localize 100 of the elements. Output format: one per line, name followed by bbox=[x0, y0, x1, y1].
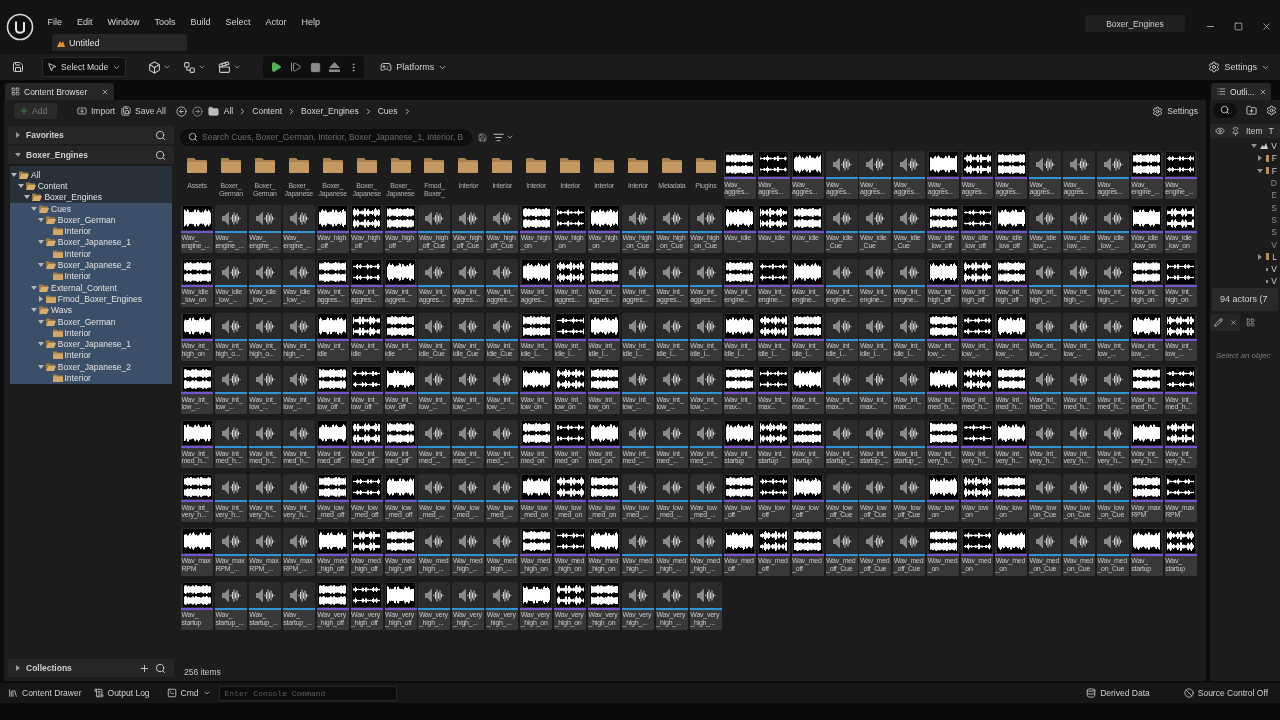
details-tab[interactable] bbox=[1210, 313, 1240, 331]
outliner-row[interactable]: E bbox=[1210, 189, 1280, 202]
breadcrumb-link[interactable]: Boxer_Engines bbox=[296, 106, 364, 116]
caret-icon[interactable] bbox=[11, 171, 17, 178]
section-header[interactable]: Collections bbox=[8, 659, 174, 677]
folder-icon[interactable] bbox=[288, 157, 309, 173]
menu-item[interactable]: Window bbox=[100, 14, 148, 30]
close-icon[interactable] bbox=[1258, 87, 1267, 96]
folder-icon[interactable] bbox=[695, 157, 716, 173]
caret-icon[interactable] bbox=[1251, 143, 1258, 150]
caret-icon[interactable] bbox=[15, 132, 21, 138]
maximize-icon[interactable] bbox=[1233, 21, 1243, 31]
import-button[interactable]: Import bbox=[77, 106, 116, 116]
settings-button[interactable]: Settings bbox=[1152, 105, 1198, 117]
folder-icon[interactable] bbox=[594, 157, 615, 173]
document-tab[interactable]: Untitled bbox=[52, 34, 187, 51]
folder-tree-item[interactable]: Fmod_Boxer_Engines bbox=[10, 293, 172, 305]
outliner-row[interactable]: S bbox=[1210, 213, 1280, 227]
stop-icon[interactable] bbox=[310, 61, 322, 73]
menu-item[interactable]: File bbox=[40, 14, 70, 30]
menu-item[interactable]: Actor bbox=[258, 14, 295, 30]
folder-tree-item[interactable]: Cues bbox=[10, 202, 172, 215]
folder-icon[interactable] bbox=[424, 157, 445, 173]
eye-icon[interactable] bbox=[1215, 126, 1225, 136]
save-all-button[interactable]: Save All bbox=[121, 106, 166, 116]
folder-tree-item[interactable]: Interior bbox=[10, 372, 172, 384]
close-icon[interactable] bbox=[1229, 318, 1237, 326]
caret-icon[interactable] bbox=[1257, 253, 1264, 260]
caret-icon[interactable] bbox=[1256, 167, 1263, 174]
settings-button[interactable]: Settings bbox=[1208, 61, 1270, 73]
folder-tree-item[interactable]: Boxer_Japanese_2 bbox=[10, 361, 172, 373]
breadcrumb-link[interactable]: Content bbox=[247, 106, 288, 116]
back-icon[interactable] bbox=[175, 105, 187, 117]
search-button[interactable] bbox=[1213, 102, 1237, 118]
folder-icon[interactable] bbox=[628, 157, 648, 173]
folder-icon[interactable] bbox=[207, 105, 219, 117]
panel-tab[interactable]: Content Browser bbox=[5, 83, 114, 100]
platforms-button[interactable]: Platforms bbox=[380, 61, 448, 73]
caret-icon[interactable] bbox=[1256, 155, 1263, 162]
clapperboard-icon[interactable] bbox=[218, 60, 232, 74]
folder-tree-item[interactable]: Boxer_Japanese_1 bbox=[10, 338, 172, 350]
menu-item[interactable]: Tools bbox=[147, 14, 184, 30]
save-icon[interactable] bbox=[478, 132, 487, 142]
outliner-row[interactable]: V bbox=[1210, 140, 1280, 153]
folder-plus-icon[interactable] bbox=[1246, 104, 1257, 116]
folder-tree-item[interactable]: Boxer_Japanese_2 bbox=[10, 259, 172, 271]
outliner-row[interactable]: V bbox=[1210, 238, 1280, 251]
folder-tree-item[interactable]: Interior bbox=[10, 248, 172, 260]
filter-icon[interactable] bbox=[493, 131, 504, 143]
console-input-field[interactable]: Enter Console Command bbox=[218, 685, 397, 701]
column-title[interactable]: T bbox=[1268, 126, 1274, 136]
source-control-button[interactable]: Source Control Off bbox=[1183, 688, 1268, 698]
eject-icon[interactable] bbox=[329, 62, 341, 72]
folder-icon[interactable] bbox=[187, 157, 207, 173]
caret-icon[interactable] bbox=[163, 63, 172, 71]
select-mode-button[interactable]: Select Mode bbox=[42, 57, 127, 77]
caret-icon[interactable] bbox=[37, 262, 44, 268]
folder-tree-item[interactable]: All bbox=[10, 169, 172, 181]
folder-tree-item[interactable]: Boxer_German bbox=[10, 214, 172, 226]
folder-icon[interactable] bbox=[356, 157, 377, 173]
folder-icon[interactable] bbox=[322, 157, 343, 173]
folder-icon[interactable] bbox=[390, 157, 411, 173]
caret-icon[interactable] bbox=[17, 182, 24, 189]
outliner-row[interactable]: V bbox=[1210, 275, 1280, 288]
outliner-row[interactable]: S bbox=[1210, 201, 1280, 214]
cube-icon[interactable] bbox=[148, 60, 162, 74]
save-icon[interactable] bbox=[12, 61, 24, 73]
pin-icon[interactable] bbox=[1231, 126, 1240, 136]
folder-icon[interactable] bbox=[526, 157, 547, 173]
caret-icon[interactable] bbox=[37, 318, 44, 325]
menu-item[interactable]: Edit bbox=[69, 14, 101, 30]
settings-icon[interactable] bbox=[1266, 104, 1277, 116]
caret-icon[interactable] bbox=[31, 284, 38, 291]
outliner-row[interactable]: L bbox=[1210, 250, 1280, 263]
content-drawer-button[interactable]: Content Drawer bbox=[8, 688, 82, 698]
folder-tree-item[interactable]: Interior bbox=[10, 270, 172, 282]
outliner-row[interactable]: D bbox=[1210, 176, 1280, 190]
derived-data-button[interactable]: Derived Data bbox=[1086, 688, 1150, 698]
caret-icon[interactable] bbox=[15, 152, 21, 158]
menu-item[interactable]: Help bbox=[294, 14, 328, 30]
close-icon[interactable] bbox=[1260, 20, 1272, 32]
folder-icon[interactable] bbox=[492, 157, 513, 173]
play-icon[interactable] bbox=[270, 61, 283, 73]
output-log-button[interactable]: Output Log bbox=[93, 688, 150, 698]
menu-item[interactable]: Select bbox=[218, 14, 259, 30]
folder-tree-item[interactable]: Interior bbox=[10, 225, 172, 237]
folder-icon[interactable] bbox=[220, 157, 241, 173]
forward-icon[interactable] bbox=[191, 105, 203, 117]
column-title[interactable]: Item bbox=[1246, 126, 1263, 136]
caret-icon[interactable] bbox=[233, 63, 242, 71]
menu-item[interactable]: Build bbox=[183, 14, 219, 30]
caret-icon[interactable] bbox=[31, 205, 38, 212]
folder-tree-item[interactable]: Wavs bbox=[10, 304, 172, 316]
nodes-icon[interactable] bbox=[183, 60, 197, 74]
search-icon[interactable] bbox=[155, 149, 166, 161]
folder-tree-item[interactable]: Interior bbox=[10, 327, 172, 339]
folder-icon[interactable] bbox=[661, 157, 682, 173]
outliner-row[interactable]: F bbox=[1210, 164, 1280, 177]
folder-icon[interactable] bbox=[254, 157, 275, 173]
logo-icon[interactable] bbox=[6, 13, 34, 41]
